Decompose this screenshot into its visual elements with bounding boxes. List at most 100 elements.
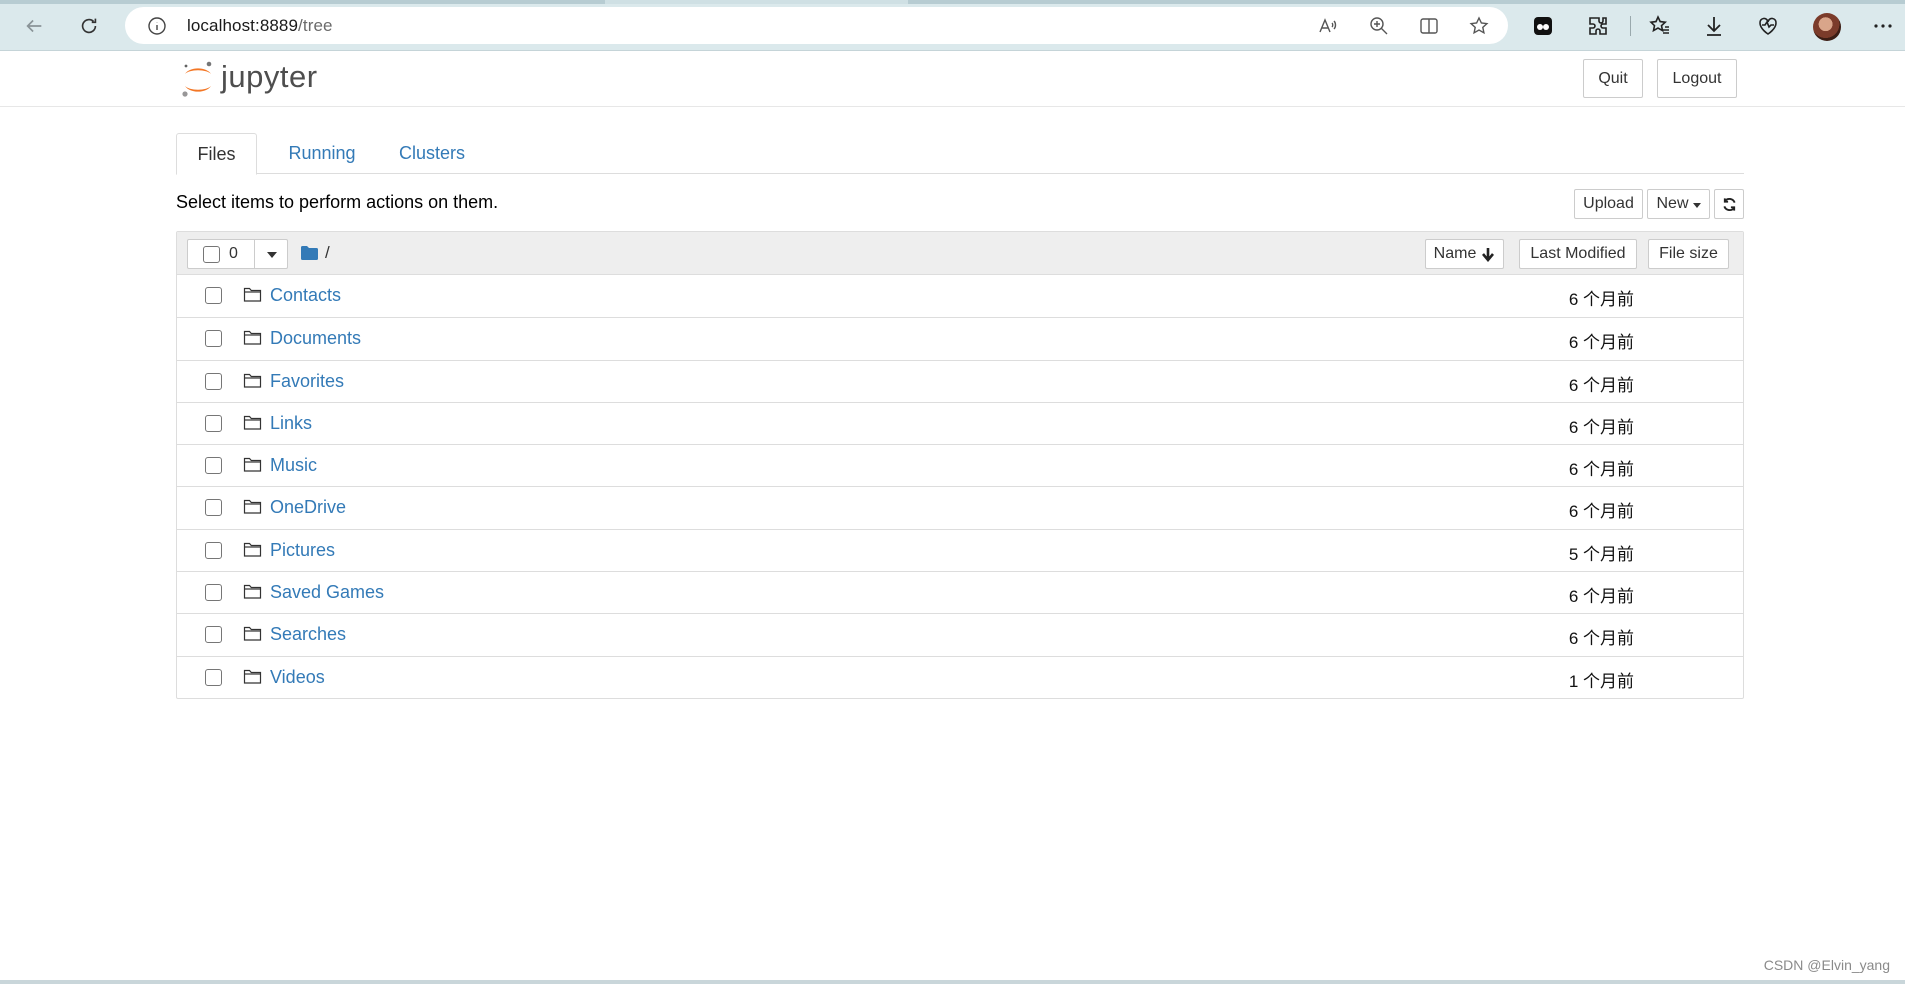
tab-clusters[interactable]: Clusters [382, 133, 482, 174]
new-dropdown-button[interactable]: New [1647, 189, 1710, 219]
last-modified-text: 6 个月前 [1568, 460, 1634, 480]
file-name-link[interactable]: Contacts [270, 285, 341, 306]
url-text[interactable]: localhost:8889/tree [187, 16, 333, 36]
row-checkbox[interactable] [205, 287, 222, 304]
quit-button[interactable]: Quit [1583, 59, 1643, 98]
address-bar[interactable]: localhost:8889/tree [125, 7, 1508, 44]
extensions-icon[interactable] [1585, 13, 1611, 39]
more-menu-icon[interactable] [1870, 13, 1896, 39]
instructions-text: Select items to perform actions on them. [176, 192, 499, 212]
favorite-star-icon[interactable] [1468, 15, 1490, 37]
last-modified-text: 6 个月前 [1568, 375, 1634, 395]
row-checkbox[interactable] [205, 626, 222, 644]
read-aloud-icon[interactable] [1317, 15, 1339, 37]
breadcrumb[interactable]: / [300, 243, 330, 263]
table-row[interactable]: Searches 6 个月前 [177, 613, 1743, 655]
file-name-link[interactable]: Favorites [270, 371, 344, 392]
tab-files[interactable]: Files [176, 133, 257, 175]
file-name-link[interactable]: Videos [270, 667, 325, 688]
refresh-button[interactable] [1714, 189, 1744, 219]
table-row[interactable]: Videos 1 个月前 [177, 655, 1743, 698]
row-checkbox[interactable] [205, 541, 222, 559]
select-all-group[interactable]: 0 [187, 239, 288, 269]
tab-running[interactable]: Running [266, 133, 378, 174]
taskbar-edge [0, 980, 1905, 984]
row-checkbox[interactable] [205, 499, 222, 517]
last-modified-text: 6 个月前 [1568, 290, 1634, 309]
last-modified-text: 6 个月前 [1568, 417, 1634, 437]
last-modified-text: 1 个月前 [1568, 671, 1634, 691]
folder-solid-icon [301, 246, 318, 260]
file-name-link[interactable]: Searches [270, 624, 346, 645]
folder-icon [243, 500, 262, 515]
folder-icon [243, 542, 262, 557]
row-checkbox[interactable] [205, 668, 222, 686]
table-row[interactable]: Favorites 6 个月前 [177, 359, 1743, 402]
browser-toolbar: localhost:8889/tree [0, 0, 1905, 51]
back-icon[interactable] [18, 10, 50, 42]
folder-icon [243, 415, 262, 430]
watermark: CSDN @Elvin_yang [1763, 957, 1890, 973]
arrow-down-icon [1482, 247, 1495, 262]
split-screen-icon[interactable] [1418, 15, 1440, 37]
upload-button[interactable]: Upload [1574, 189, 1643, 219]
row-checkbox[interactable] [205, 584, 222, 602]
tab-bar: Files Running Clusters [176, 133, 1744, 175]
row-checkbox[interactable] [205, 457, 222, 475]
browser-essentials-icon[interactable] [1755, 13, 1781, 39]
table-row[interactable]: Saved Games 6 个月前 [177, 571, 1743, 613]
caret-down-icon [1692, 202, 1701, 208]
toolbar-separator [1630, 16, 1631, 36]
jupyter-header: jupyter Quit Logout [0, 52, 1905, 107]
jupyter-logo-icon [182, 61, 212, 97]
file-name-link[interactable]: Pictures [270, 540, 335, 561]
folder-icon [243, 373, 262, 388]
select-all-checkbox[interactable] [203, 246, 220, 263]
folder-icon [243, 458, 262, 472]
folder-icon [243, 584, 262, 599]
new-button-label: New [1656, 195, 1689, 212]
file-name-link[interactable]: Documents [270, 328, 361, 349]
folder-icon [243, 669, 262, 684]
table-row[interactable]: Pictures 5 个月前 [177, 528, 1743, 571]
last-modified-text: 6 个月前 [1568, 629, 1634, 649]
file-list-header: 0 / Name Last Modified File size [177, 232, 1743, 275]
row-checkbox[interactable] [205, 372, 222, 390]
file-name-link[interactable]: Music [270, 455, 317, 476]
info-icon[interactable] [147, 16, 167, 36]
table-row[interactable]: OneDrive 6 个月前 [177, 486, 1743, 528]
file-rows: Contacts 6 个月前 Documents 6 个月前 Favorites 6 个月… [177, 275, 1743, 698]
last-modified-text: 6 个月前 [1568, 587, 1634, 607]
table-row[interactable]: Music 6 个月前 [177, 444, 1743, 486]
zoom-icon[interactable] [1368, 15, 1390, 37]
sort-name-button[interactable]: Name [1425, 239, 1504, 269]
file-name-link[interactable]: OneDrive [270, 497, 346, 518]
selected-count: 0 [229, 245, 238, 262]
last-modified-text: 6 个月前 [1568, 502, 1634, 522]
sort-name-label: Name [1433, 245, 1477, 262]
folder-icon [243, 331, 262, 345]
select-dropdown-caret-icon[interactable] [267, 252, 277, 258]
sort-last-modified-button[interactable]: Last Modified [1519, 239, 1637, 269]
sort-file-size-button[interactable]: File size [1648, 239, 1729, 269]
profile-avatar[interactable] [1813, 13, 1841, 41]
row-checkbox[interactable] [205, 330, 222, 348]
breadcrumb-root[interactable]: / [325, 243, 330, 263]
folder-icon [243, 287, 262, 302]
tab-strip-accent [0, 0, 1905, 4]
downloads-icon[interactable] [1701, 13, 1727, 39]
file-name-link[interactable]: Saved Games [270, 582, 384, 603]
jupyter-logo-text: jupyter [221, 59, 318, 94]
last-modified-text: 5 个月前 [1568, 544, 1634, 564]
table-row[interactable]: Links 6 个月前 [177, 401, 1743, 444]
reload-icon[interactable] [73, 10, 105, 42]
refresh-icon [1722, 197, 1736, 211]
table-row[interactable]: Documents 6 个月前 [177, 317, 1743, 359]
row-checkbox[interactable] [205, 414, 222, 432]
favorites-icon[interactable] [1647, 13, 1673, 39]
file-name-link[interactable]: Links [270, 413, 312, 434]
file-list: 0 / Name Last Modified File size Contact… [176, 231, 1744, 699]
logout-button[interactable]: Logout [1657, 59, 1737, 98]
table-row[interactable]: Contacts 6 个月前 [177, 275, 1743, 317]
extension-app-icon[interactable] [1530, 13, 1556, 39]
